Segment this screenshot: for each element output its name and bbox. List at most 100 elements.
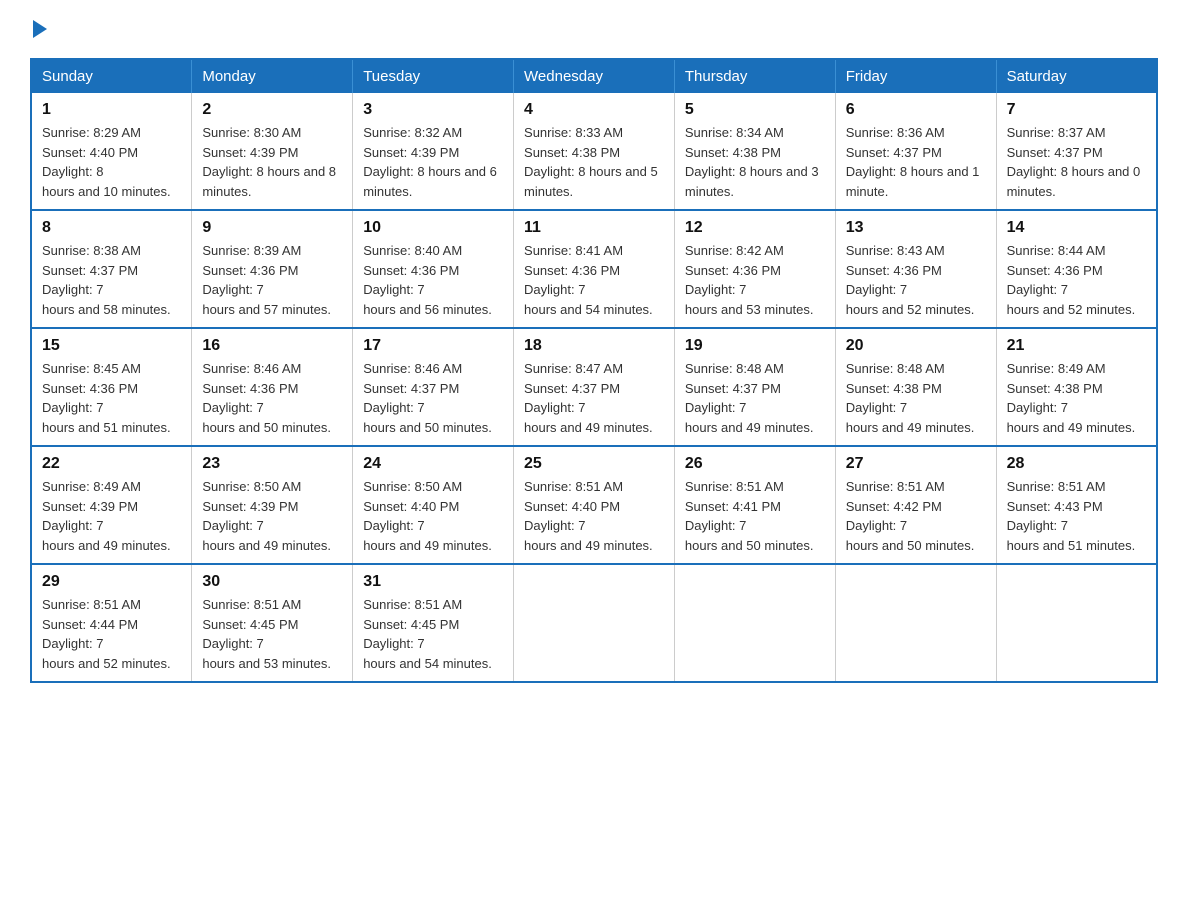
calendar-cell: 31 Sunrise: 8:51 AM Sunset: 4:45 PM Dayl…: [353, 564, 514, 682]
day-number: 16: [202, 337, 342, 355]
week-row-2: 8 Sunrise: 8:38 AM Sunset: 4:37 PM Dayli…: [31, 210, 1157, 328]
calendar-cell: 18 Sunrise: 8:47 AM Sunset: 4:37 PM Dayl…: [514, 328, 675, 446]
calendar-cell: 13 Sunrise: 8:43 AM Sunset: 4:36 PM Dayl…: [835, 210, 996, 328]
day-number: 26: [685, 455, 825, 473]
day-info: Sunrise: 8:51 AM Sunset: 4:44 PM Dayligh…: [42, 595, 181, 673]
day-number: 4: [524, 101, 664, 119]
day-number: 19: [685, 337, 825, 355]
day-number: 30: [202, 573, 342, 591]
calendar-cell: 12 Sunrise: 8:42 AM Sunset: 4:36 PM Dayl…: [674, 210, 835, 328]
day-info: Sunrise: 8:30 AM Sunset: 4:39 PM Dayligh…: [202, 123, 342, 201]
calendar-cell: 27 Sunrise: 8:51 AM Sunset: 4:42 PM Dayl…: [835, 446, 996, 564]
calendar-cell: 4 Sunrise: 8:33 AM Sunset: 4:38 PM Dayli…: [514, 93, 675, 210]
week-row-1: 1 Sunrise: 8:29 AM Sunset: 4:40 PM Dayli…: [31, 93, 1157, 210]
day-info: Sunrise: 8:36 AM Sunset: 4:37 PM Dayligh…: [846, 123, 986, 201]
day-number: 8: [42, 219, 181, 237]
day-number: 1: [42, 101, 181, 119]
calendar-cell: 26 Sunrise: 8:51 AM Sunset: 4:41 PM Dayl…: [674, 446, 835, 564]
day-number: 28: [1007, 455, 1146, 473]
calendar-cell: 24 Sunrise: 8:50 AM Sunset: 4:40 PM Dayl…: [353, 446, 514, 564]
calendar-cell: 7 Sunrise: 8:37 AM Sunset: 4:37 PM Dayli…: [996, 93, 1157, 210]
day-info: Sunrise: 8:46 AM Sunset: 4:37 PM Dayligh…: [363, 359, 503, 437]
day-info: Sunrise: 8:51 AM Sunset: 4:40 PM Dayligh…: [524, 477, 664, 555]
day-info: Sunrise: 8:44 AM Sunset: 4:36 PM Dayligh…: [1007, 241, 1146, 319]
column-header-wednesday: Wednesday: [514, 59, 675, 93]
week-row-5: 29 Sunrise: 8:51 AM Sunset: 4:44 PM Dayl…: [31, 564, 1157, 682]
day-info: Sunrise: 8:43 AM Sunset: 4:36 PM Dayligh…: [846, 241, 986, 319]
calendar-cell: 9 Sunrise: 8:39 AM Sunset: 4:36 PM Dayli…: [192, 210, 353, 328]
day-info: Sunrise: 8:32 AM Sunset: 4:39 PM Dayligh…: [363, 123, 503, 201]
logo: [30, 20, 47, 38]
calendar-cell: 8 Sunrise: 8:38 AM Sunset: 4:37 PM Dayli…: [31, 210, 192, 328]
calendar-cell: 29 Sunrise: 8:51 AM Sunset: 4:44 PM Dayl…: [31, 564, 192, 682]
day-number: 24: [363, 455, 503, 473]
day-number: 31: [363, 573, 503, 591]
day-number: 5: [685, 101, 825, 119]
calendar-cell: 25 Sunrise: 8:51 AM Sunset: 4:40 PM Dayl…: [514, 446, 675, 564]
day-info: Sunrise: 8:41 AM Sunset: 4:36 PM Dayligh…: [524, 241, 664, 319]
column-header-friday: Friday: [835, 59, 996, 93]
page-header: [30, 20, 1158, 38]
calendar-header-row: SundayMondayTuesdayWednesdayThursdayFrid…: [31, 59, 1157, 93]
calendar-cell: 17 Sunrise: 8:46 AM Sunset: 4:37 PM Dayl…: [353, 328, 514, 446]
day-number: 9: [202, 219, 342, 237]
day-number: 29: [42, 573, 181, 591]
calendar-cell: [835, 564, 996, 682]
day-info: Sunrise: 8:38 AM Sunset: 4:37 PM Dayligh…: [42, 241, 181, 319]
calendar-cell: 22 Sunrise: 8:49 AM Sunset: 4:39 PM Dayl…: [31, 446, 192, 564]
calendar-cell: 10 Sunrise: 8:40 AM Sunset: 4:36 PM Dayl…: [353, 210, 514, 328]
day-number: 13: [846, 219, 986, 237]
week-row-3: 15 Sunrise: 8:45 AM Sunset: 4:36 PM Dayl…: [31, 328, 1157, 446]
calendar-cell: 28 Sunrise: 8:51 AM Sunset: 4:43 PM Dayl…: [996, 446, 1157, 564]
calendar-cell: 19 Sunrise: 8:48 AM Sunset: 4:37 PM Dayl…: [674, 328, 835, 446]
day-number: 12: [685, 219, 825, 237]
calendar-cell: 21 Sunrise: 8:49 AM Sunset: 4:38 PM Dayl…: [996, 328, 1157, 446]
day-number: 15: [42, 337, 181, 355]
day-info: Sunrise: 8:47 AM Sunset: 4:37 PM Dayligh…: [524, 359, 664, 437]
day-info: Sunrise: 8:46 AM Sunset: 4:36 PM Dayligh…: [202, 359, 342, 437]
day-number: 27: [846, 455, 986, 473]
calendar-cell: 5 Sunrise: 8:34 AM Sunset: 4:38 PM Dayli…: [674, 93, 835, 210]
day-number: 20: [846, 337, 986, 355]
day-number: 6: [846, 101, 986, 119]
day-info: Sunrise: 8:48 AM Sunset: 4:38 PM Dayligh…: [846, 359, 986, 437]
day-info: Sunrise: 8:29 AM Sunset: 4:40 PM Dayligh…: [42, 123, 181, 201]
calendar-cell: 2 Sunrise: 8:30 AM Sunset: 4:39 PM Dayli…: [192, 93, 353, 210]
calendar-cell: 6 Sunrise: 8:36 AM Sunset: 4:37 PM Dayli…: [835, 93, 996, 210]
calendar-table: SundayMondayTuesdayWednesdayThursdayFrid…: [30, 58, 1158, 683]
day-number: 22: [42, 455, 181, 473]
calendar-cell: 23 Sunrise: 8:50 AM Sunset: 4:39 PM Dayl…: [192, 446, 353, 564]
day-info: Sunrise: 8:37 AM Sunset: 4:37 PM Dayligh…: [1007, 123, 1146, 201]
day-info: Sunrise: 8:42 AM Sunset: 4:36 PM Dayligh…: [685, 241, 825, 319]
day-info: Sunrise: 8:51 AM Sunset: 4:43 PM Dayligh…: [1007, 477, 1146, 555]
day-info: Sunrise: 8:33 AM Sunset: 4:38 PM Dayligh…: [524, 123, 664, 201]
day-number: 2: [202, 101, 342, 119]
calendar-cell: 15 Sunrise: 8:45 AM Sunset: 4:36 PM Dayl…: [31, 328, 192, 446]
day-number: 23: [202, 455, 342, 473]
day-info: Sunrise: 8:51 AM Sunset: 4:42 PM Dayligh…: [846, 477, 986, 555]
column-header-sunday: Sunday: [31, 59, 192, 93]
column-header-monday: Monday: [192, 59, 353, 93]
day-number: 10: [363, 219, 503, 237]
calendar-cell: 16 Sunrise: 8:46 AM Sunset: 4:36 PM Dayl…: [192, 328, 353, 446]
day-number: 11: [524, 219, 664, 237]
calendar-cell: [514, 564, 675, 682]
day-info: Sunrise: 8:51 AM Sunset: 4:45 PM Dayligh…: [363, 595, 503, 673]
day-number: 21: [1007, 337, 1146, 355]
week-row-4: 22 Sunrise: 8:49 AM Sunset: 4:39 PM Dayl…: [31, 446, 1157, 564]
calendar-cell: 3 Sunrise: 8:32 AM Sunset: 4:39 PM Dayli…: [353, 93, 514, 210]
day-info: Sunrise: 8:49 AM Sunset: 4:38 PM Dayligh…: [1007, 359, 1146, 437]
column-header-tuesday: Tuesday: [353, 59, 514, 93]
day-info: Sunrise: 8:50 AM Sunset: 4:40 PM Dayligh…: [363, 477, 503, 555]
day-info: Sunrise: 8:51 AM Sunset: 4:41 PM Dayligh…: [685, 477, 825, 555]
day-number: 18: [524, 337, 664, 355]
logo-triangle-icon: [33, 20, 47, 38]
calendar-cell: 20 Sunrise: 8:48 AM Sunset: 4:38 PM Dayl…: [835, 328, 996, 446]
day-number: 17: [363, 337, 503, 355]
column-header-thursday: Thursday: [674, 59, 835, 93]
calendar-cell: 30 Sunrise: 8:51 AM Sunset: 4:45 PM Dayl…: [192, 564, 353, 682]
day-number: 7: [1007, 101, 1146, 119]
calendar-cell: 14 Sunrise: 8:44 AM Sunset: 4:36 PM Dayl…: [996, 210, 1157, 328]
calendar-cell: 1 Sunrise: 8:29 AM Sunset: 4:40 PM Dayli…: [31, 93, 192, 210]
day-info: Sunrise: 8:51 AM Sunset: 4:45 PM Dayligh…: [202, 595, 342, 673]
